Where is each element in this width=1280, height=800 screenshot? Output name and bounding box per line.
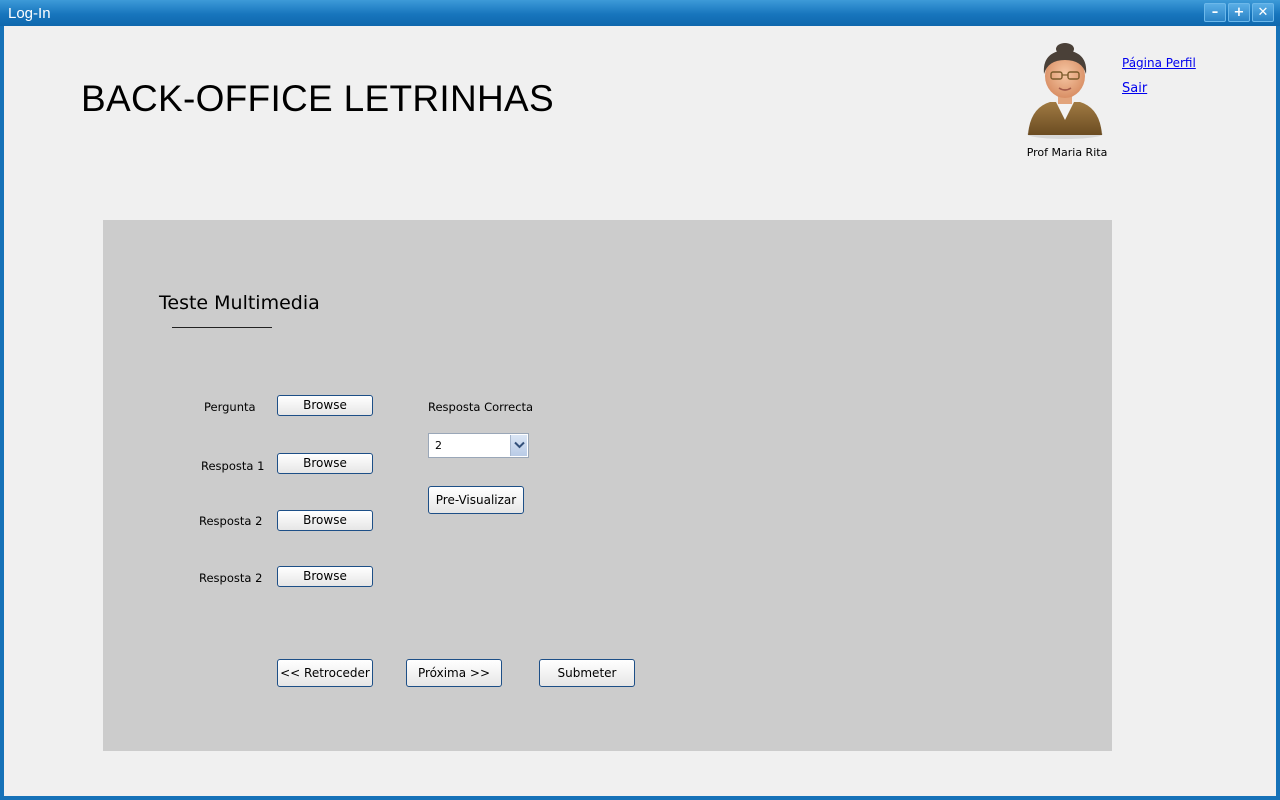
- window-title: Log-In: [8, 5, 51, 22]
- answer-2-browse-button[interactable]: Browse: [277, 510, 373, 531]
- maximize-icon: +: [1233, 5, 1245, 20]
- profile-link[interactable]: Página Perfil: [1122, 56, 1196, 70]
- next-button[interactable]: Próxima >>: [406, 659, 502, 687]
- question-label: Pergunta: [204, 400, 256, 414]
- app-title: BACK-OFFICE LETRINHAS: [81, 78, 554, 119]
- teacher-avatar-icon: [1020, 40, 1110, 140]
- panel-title: Teste Multimedia: [159, 292, 320, 314]
- correct-answer-select[interactable]: 2: [428, 433, 529, 458]
- chevron-down-icon: [514, 441, 525, 449]
- submit-button[interactable]: Submeter: [539, 659, 635, 687]
- application-window: Log-In – + ✕ BACK-OFFICE LETRINHAS Prof …: [0, 0, 1280, 800]
- preview-button[interactable]: Pre-Visualizar: [428, 486, 524, 514]
- answer-3-label: Resposta 2: [199, 571, 263, 585]
- dropdown-button[interactable]: [510, 435, 527, 456]
- close-icon: ✕: [1257, 5, 1269, 20]
- title-bar[interactable]: Log-In – + ✕: [0, 0, 1280, 26]
- correct-answer-label: Resposta Correcta: [428, 400, 534, 414]
- question-browse-button[interactable]: Browse: [277, 395, 373, 416]
- answer-1-label: Resposta 1: [201, 459, 265, 473]
- multimedia-test-panel: Teste Multimedia Pergunta Browse Respost…: [103, 220, 1112, 751]
- minimize-icon: –: [1211, 5, 1219, 20]
- user-name: Prof Maria Rita: [1026, 146, 1108, 159]
- answer-1-browse-button[interactable]: Browse: [277, 453, 373, 474]
- logout-link[interactable]: Sair: [1122, 81, 1147, 96]
- title-underline: [172, 327, 272, 328]
- maximize-button[interactable]: +: [1228, 3, 1250, 22]
- back-button[interactable]: << Retroceder: [277, 659, 373, 687]
- answer-2-label: Resposta 2: [199, 514, 263, 528]
- correct-answer-value: 2: [435, 439, 442, 452]
- minimize-button[interactable]: –: [1204, 3, 1226, 22]
- answer-3-browse-button[interactable]: Browse: [277, 566, 373, 587]
- close-button[interactable]: ✕: [1252, 3, 1274, 22]
